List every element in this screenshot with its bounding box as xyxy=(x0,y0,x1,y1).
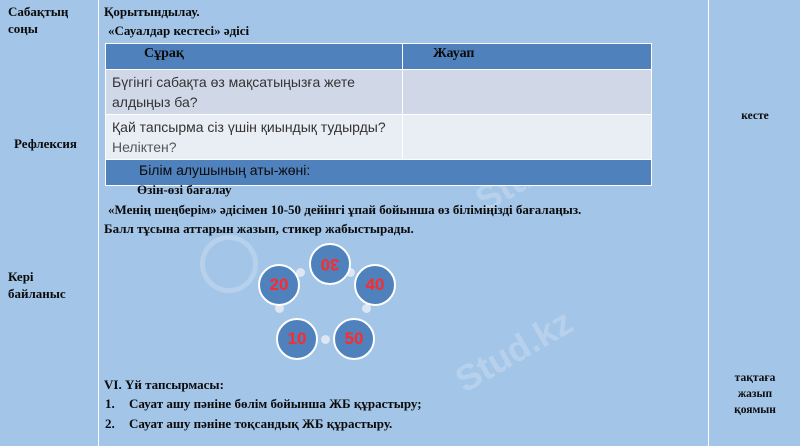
section-label-lesson-end: Сабақтың соңы xyxy=(8,4,69,36)
method-subtitle: «Сауалдар кестесі» әдісі xyxy=(108,23,250,38)
question-table: Сұрақ Жауап Бүгінгі сабақта өз мақсатыңы… xyxy=(105,43,652,186)
section-label-feedback: Кері байланыс xyxy=(8,269,66,301)
table-row: Бүгінгі сабақта өз мақсатыңызға жете алд… xyxy=(105,69,652,115)
table-cell-question: Бүгінгі сабақта өз мақсатыңызға жете алд… xyxy=(105,69,403,115)
section-label-reflection: Рефлексия xyxy=(14,136,77,151)
score-circle-10[interactable]: 10 xyxy=(276,318,318,360)
decor-dot xyxy=(321,335,330,344)
table-cell-answer[interactable] xyxy=(402,114,652,160)
table-cell-answer[interactable] xyxy=(402,69,652,115)
list-item: 2. Сауат ашу пәніне тоқсандық ЖБ құрастыр… xyxy=(105,416,393,431)
watermark-logo-icon xyxy=(200,235,258,293)
table-header-answer: Жауап xyxy=(402,43,652,70)
instruction-text: Балл тұсына аттарын жазып, стикер жабыст… xyxy=(104,221,414,236)
table-header-question: Сұрақ xyxy=(105,43,403,70)
table-cell-question: Қай тапсырма сіз үшін қиындық тудырды? Н… xyxy=(105,114,403,160)
score-circle-50[interactable]: 50 xyxy=(333,318,375,360)
homework-title: VI. Үй тапсырмасы: xyxy=(104,377,224,392)
resource-label-table: кесте xyxy=(741,110,769,122)
self-eval-title: Өзін-өзі бағалау xyxy=(137,182,232,197)
instruction-text: «Менің шеңберім» әдісімен 10-50 дейінгі … xyxy=(108,202,582,217)
column-divider xyxy=(98,0,99,446)
list-item: 1. Сауат ашу пәніне бөлім бойынша ЖБ құра… xyxy=(105,396,422,411)
section-title: Қорытындылау. xyxy=(104,4,200,19)
score-circle-30[interactable]: 30 xyxy=(309,243,351,285)
score-circle-40[interactable]: 40 xyxy=(354,264,396,306)
homework-list: 1. Сауат ашу пәніне бөлім бойынша ЖБ құра… xyxy=(105,394,422,434)
table-row: Қай тапсырма сіз үшін қиындық тудырды? Н… xyxy=(105,114,652,160)
score-circle-20[interactable]: 20 xyxy=(258,264,300,306)
resource-label-board: тақтаға жазып қоямын xyxy=(734,372,776,416)
column-divider xyxy=(708,0,709,446)
